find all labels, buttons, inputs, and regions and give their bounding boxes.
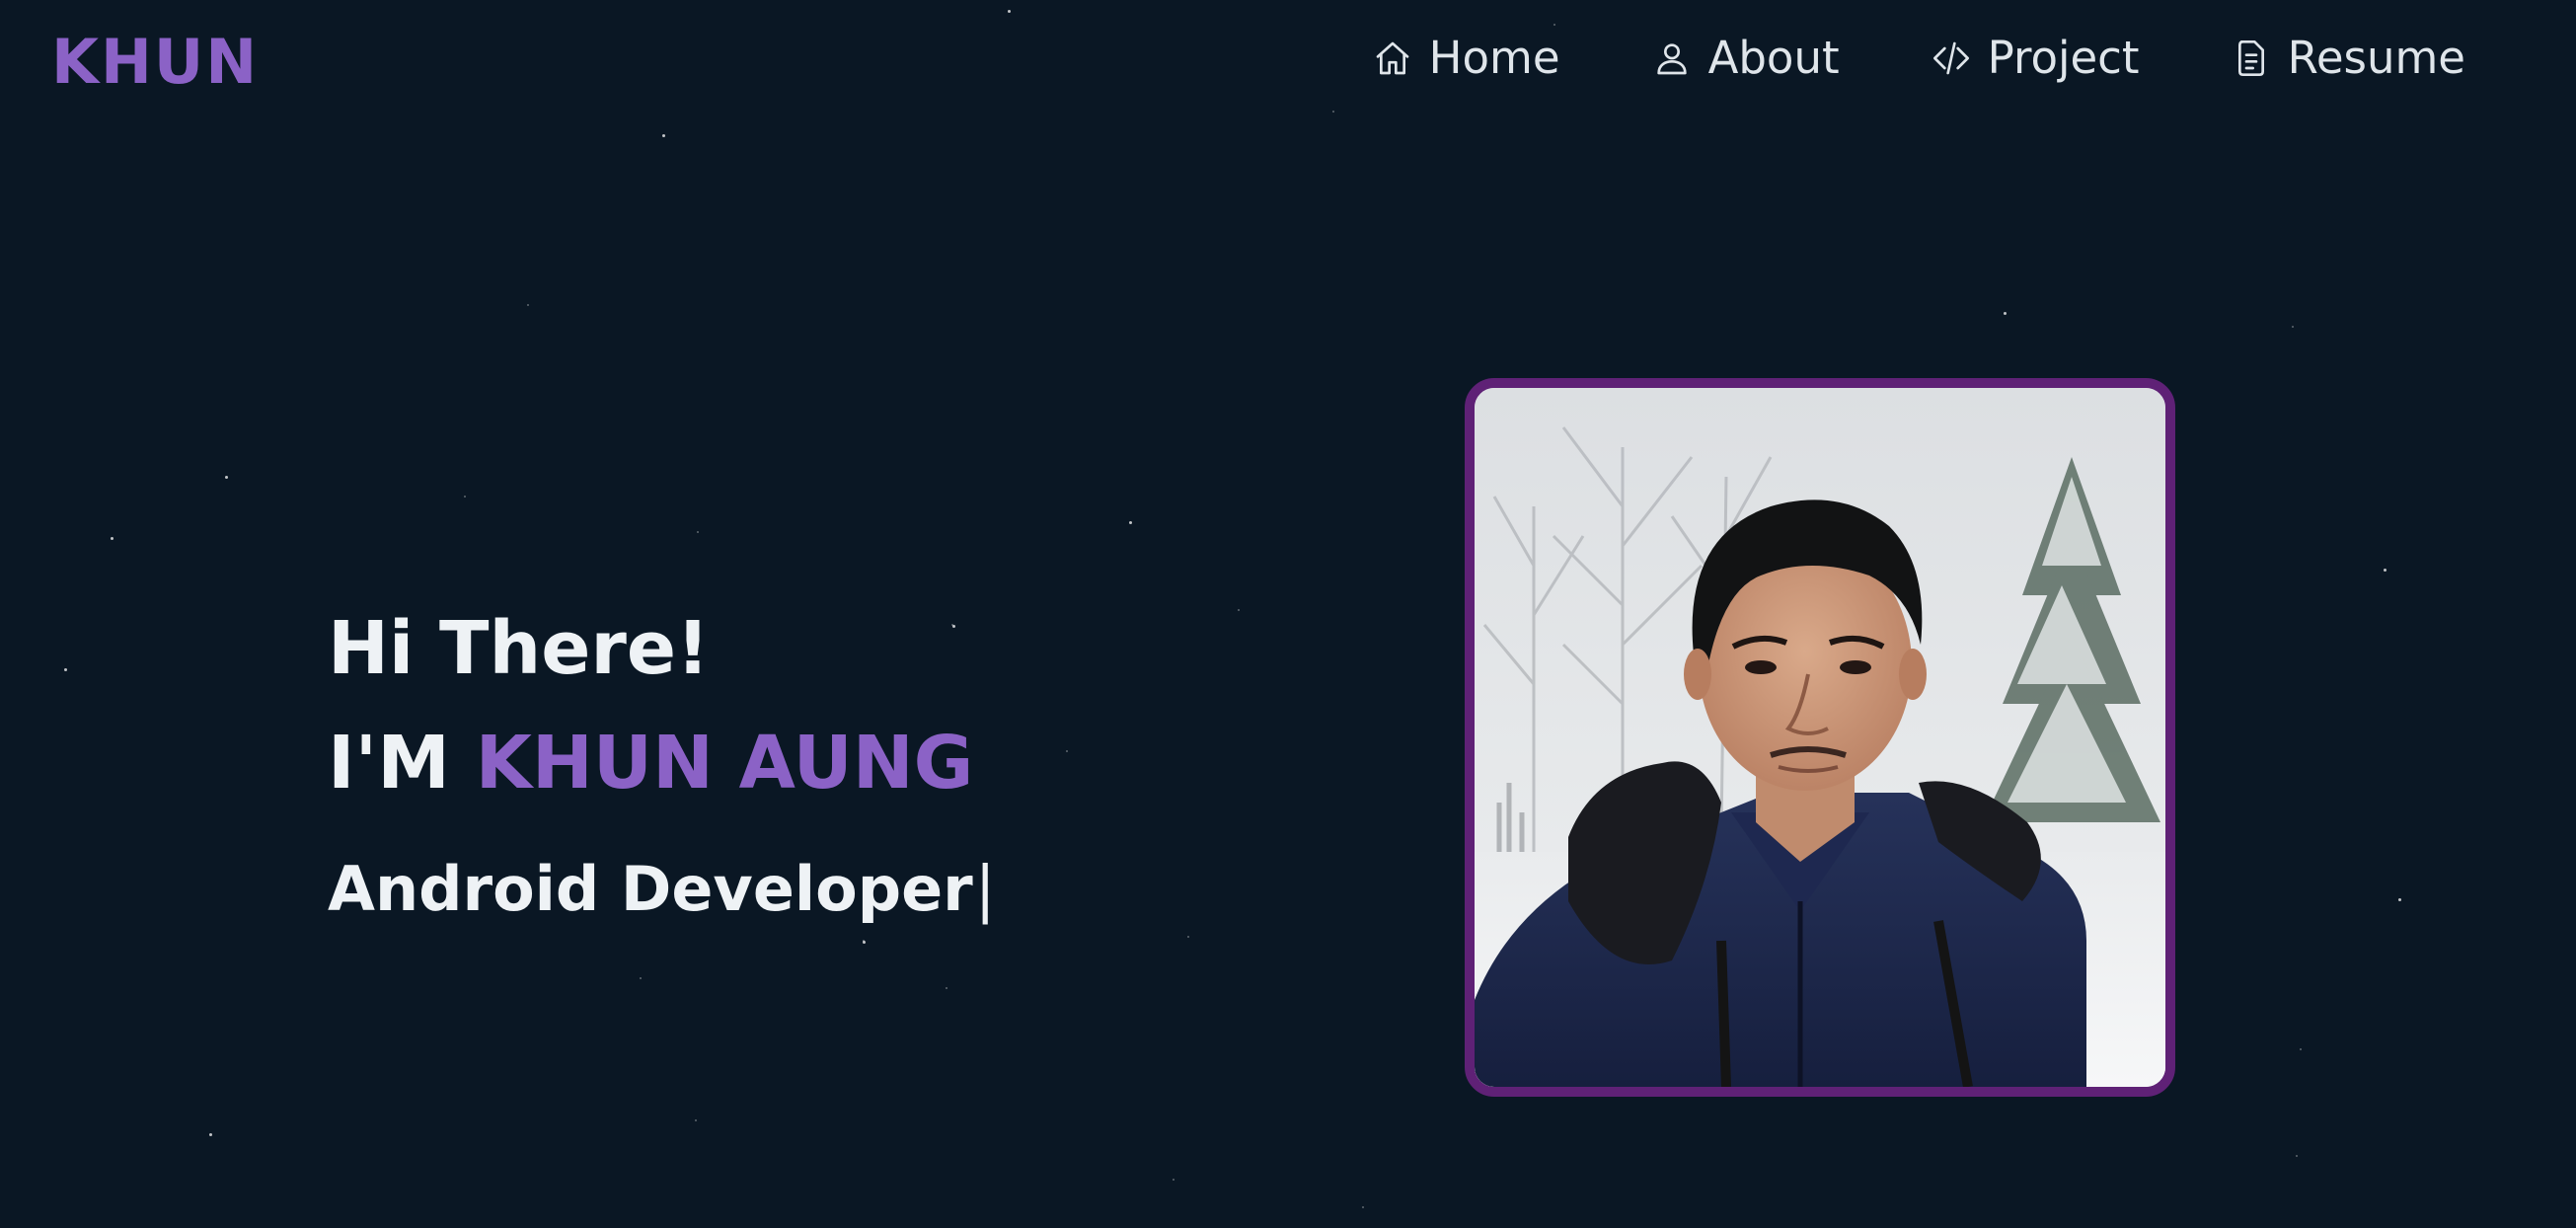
nav-item-about[interactable]: About [1651,32,1840,84]
nav-item-resume[interactable]: Resume [2231,32,2465,84]
hero-intro: Hi There! I'M KHUN AUNG Android Develope… [328,612,996,920]
nav-item-label: Project [1987,32,2140,84]
page: KHUN Home About Project Resume Hi There!… [0,0,2576,1228]
role-text: Android Developer [328,853,973,925]
code-icon [1931,38,1972,79]
user-icon [1651,38,1693,79]
nav-links: Home About Project Resume [1372,32,2465,84]
developer-name: KHUN AUNG [475,721,974,806]
nav-item-label: Home [1428,32,1560,84]
greeting-heading: Hi There! [328,606,710,691]
nav-item-label: About [1707,32,1840,84]
brand-logo[interactable]: KHUN [51,26,259,98]
home-icon [1372,38,1413,79]
nav-item-project[interactable]: Project [1931,32,2140,84]
intro-prefix: I'M [328,721,450,806]
intro-heading: I'M KHUN AUNG [328,727,996,800]
profile-photo-image [1475,388,2165,1087]
typing-cursor: | [974,853,996,925]
nav-item-home[interactable]: Home [1372,32,1560,84]
nav-item-label: Resume [2287,32,2465,84]
profile-photo [1465,378,2175,1097]
document-icon [2231,38,2272,79]
typewriter-role: Android Developer| [328,859,996,920]
top-navbar: KHUN Home About Project Resume [0,0,2576,123]
